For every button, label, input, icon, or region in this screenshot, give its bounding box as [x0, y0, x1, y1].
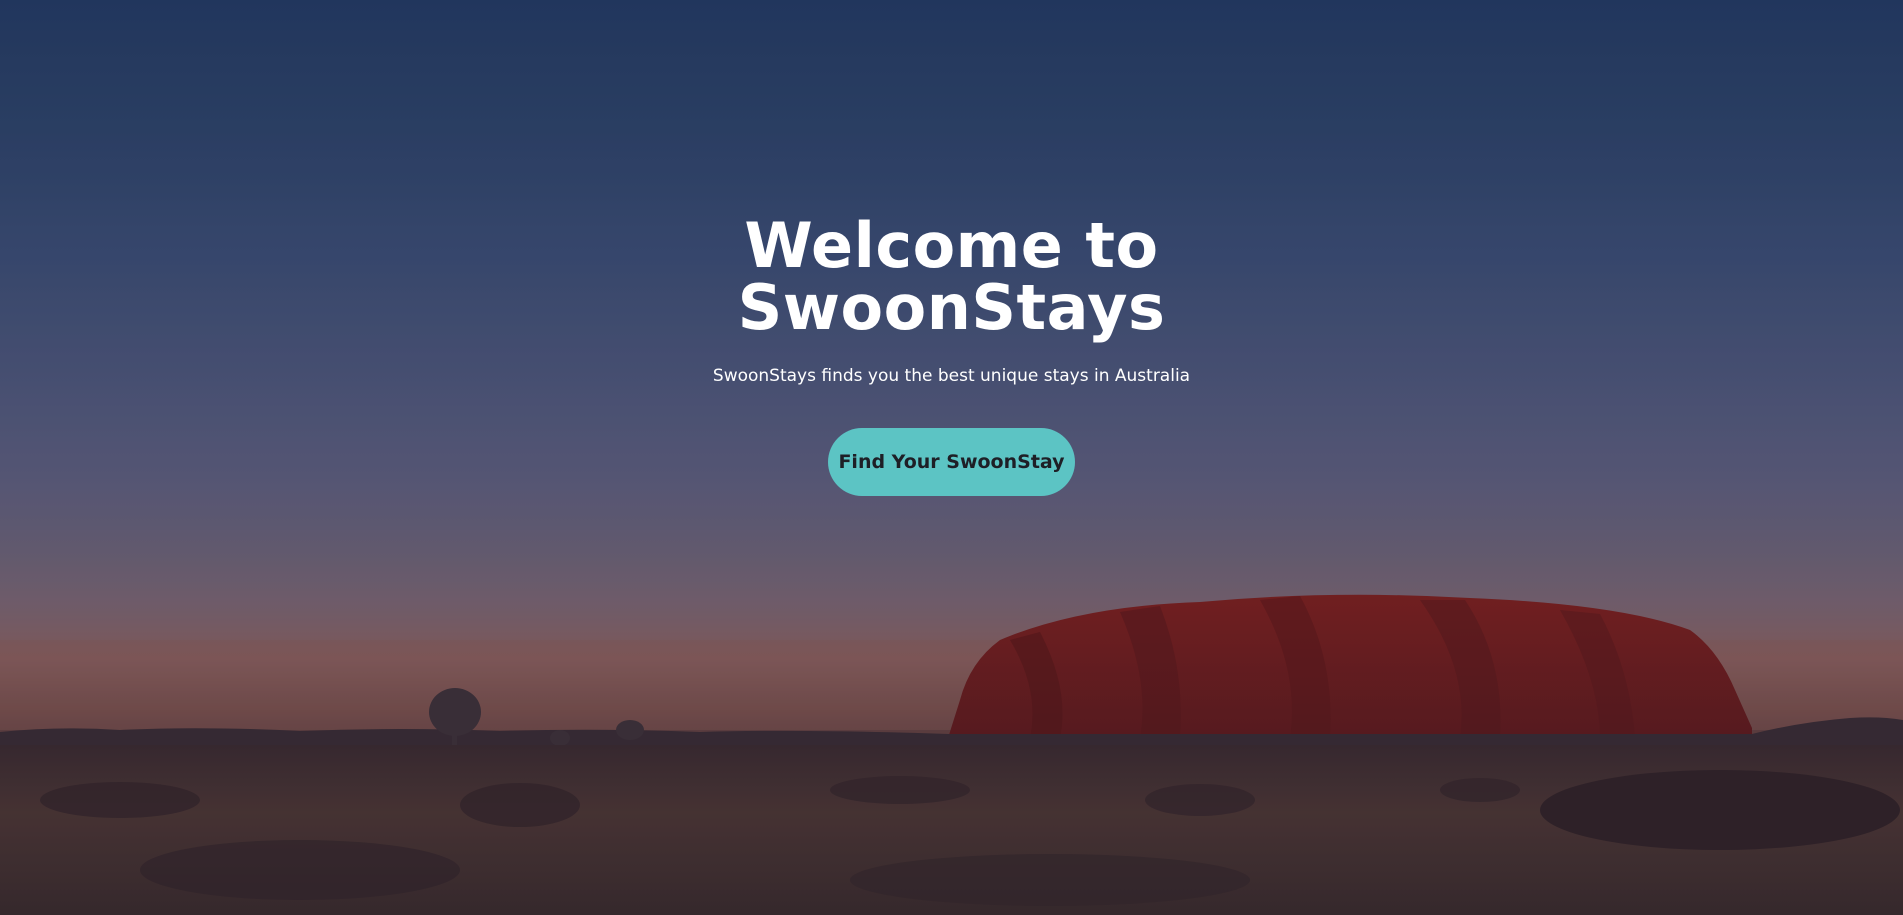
- hero-content: Welcome to SwoonStays SwoonStays finds y…: [0, 215, 1903, 496]
- hero-section: Welcome to SwoonStays SwoonStays finds y…: [0, 0, 1903, 915]
- hero-title-line-1: Welcome to: [744, 209, 1159, 282]
- find-swoonstay-button[interactable]: Find Your SwoonStay: [828, 428, 1075, 496]
- hero-title-line-2: SwoonStays: [737, 271, 1166, 344]
- hero-title: Welcome to SwoonStays: [0, 215, 1903, 339]
- hero-subtitle: SwoonStays finds you the best unique sta…: [712, 366, 1191, 386]
